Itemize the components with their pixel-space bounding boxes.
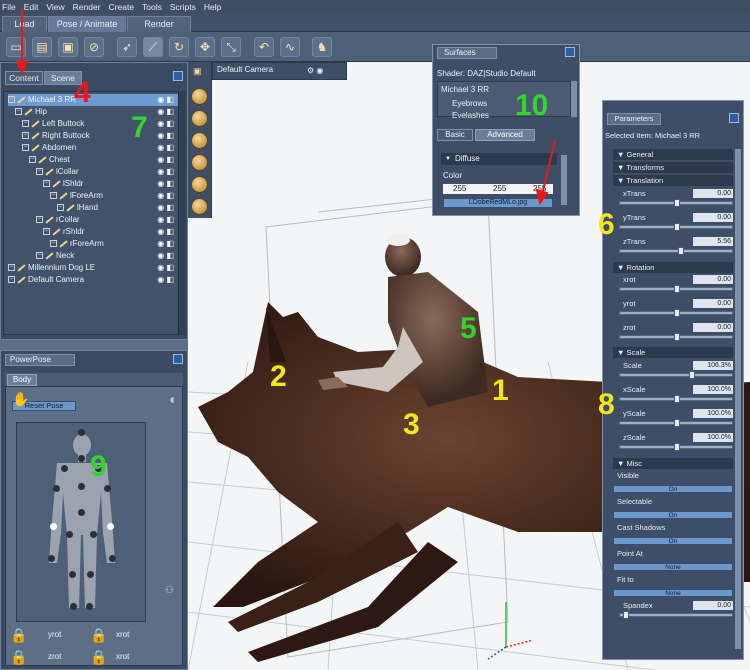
annotation-arrows <box>15 8 556 206</box>
